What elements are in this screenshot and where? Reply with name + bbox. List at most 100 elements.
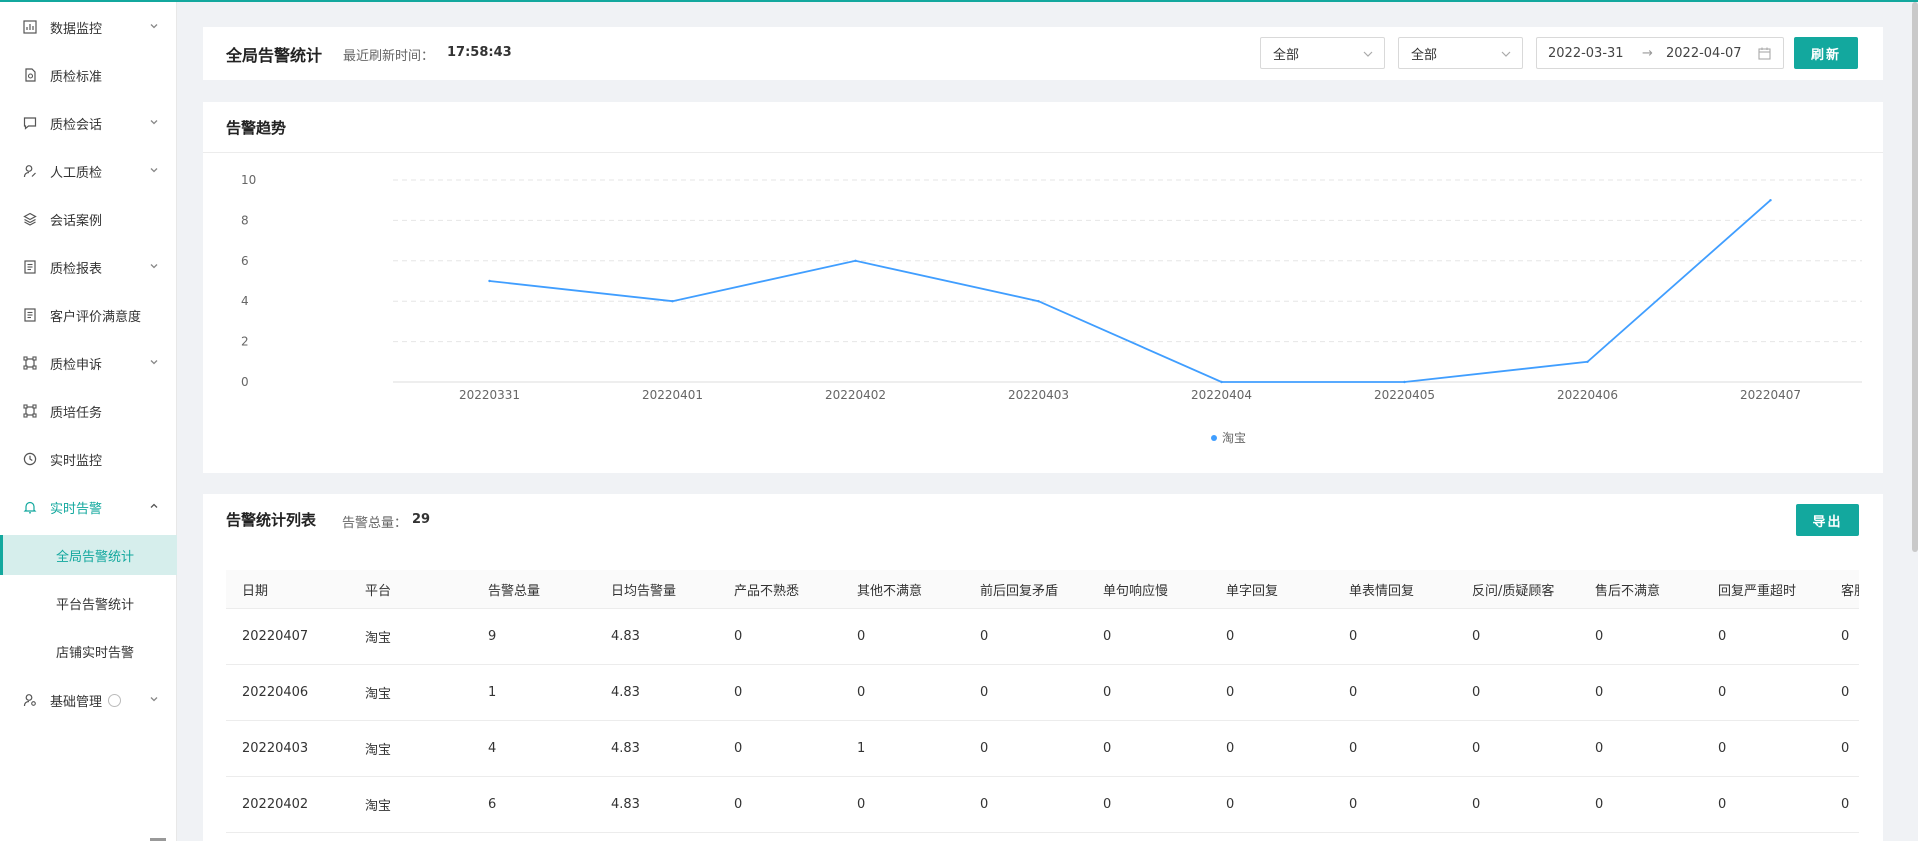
date-range-picker[interactable]: 2022-03-31 → 2022-04-07 (1536, 37, 1784, 69)
table-cell: 0 (857, 685, 866, 700)
sidebar-item-qc-standard[interactable]: 质检标准 (0, 51, 177, 99)
chevron-down-icon (148, 116, 160, 128)
sidebar-item-session-cases[interactable]: 会话案例 (0, 195, 177, 243)
sidebar-item-label: 质检会话 (50, 117, 103, 133)
date-end[interactable]: 2022-04-07 (1666, 46, 1742, 61)
data-point (1403, 380, 1406, 384)
table-row[interactable]: 20220403 淘宝 4 4.83 0 1 0 0 0 0 0 0 0 0 (226, 721, 1859, 777)
series-line-淘宝 (489, 199, 1772, 383)
alert-trend-chart: 0 2 4 6 8 10 20220331 20220401 20220402 20220403 2… (241, 173, 1862, 445)
legend-marker (1211, 435, 1217, 441)
sidebar-item-qc-report[interactable]: 质检报表 (0, 243, 177, 291)
table-cell: 0 (734, 741, 743, 756)
report-icon (22, 307, 38, 323)
date-start[interactable]: 2022-03-31 (1548, 46, 1624, 61)
sidebar-subitem-platform-alert-stats[interactable]: 平台告警统计 (0, 583, 177, 623)
table-cell: 0 (1718, 797, 1727, 812)
column-header: 单字回复 (1226, 583, 1279, 599)
table-cell: 4.83 (611, 629, 640, 644)
sidebar-item-label: 实时监控 (50, 453, 103, 469)
sidebar-item-label: 会话案例 (50, 213, 103, 229)
table-row[interactable]: 20220406 淘宝 1 4.83 0 0 0 0 0 0 0 0 0 0 (226, 665, 1859, 721)
data-point (854, 259, 857, 262)
chevron-down-icon (1500, 48, 1512, 60)
bar-chart-icon (22, 19, 38, 35)
sidebar-subitem-label: 平台告警统计 (56, 597, 135, 613)
table-cell: 淘宝 (365, 687, 392, 702)
table-cell: 4 (488, 741, 497, 756)
alert-stats-table-card: 告警统计列表 告警总量： 29 导出 日期 平台 告警总量 日均告警量 产品不熟悉 其他不… (203, 494, 1883, 841)
data-point (1769, 199, 1772, 202)
sidebar-item-basic-management[interactable]: 基础管理 (0, 676, 177, 724)
arrow-right-icon: → (1642, 46, 1653, 61)
table-cell: 0 (1226, 797, 1235, 812)
export-button[interactable]: 导出 (1796, 504, 1859, 536)
sidebar-item-label: 质检申诉 (50, 357, 103, 373)
table-cell: 20220407 (242, 629, 309, 644)
chevron-down-icon (148, 20, 160, 32)
sidebar-item-qc-appeal[interactable]: 质检申诉 (0, 339, 177, 387)
table-row[interactable]: 20220402 淘宝 6 4.83 0 0 0 0 0 0 0 0 0 0 (226, 777, 1859, 833)
table-cell: 0 (1595, 685, 1604, 700)
table-cell: 0 (1349, 685, 1358, 700)
column-header: 售后不满意 (1595, 583, 1661, 599)
page-scrollbar[interactable] (1912, 2, 1918, 552)
table-cell: 0 (1349, 629, 1358, 644)
legend-label: 淘宝 (1222, 431, 1246, 445)
store-select[interactable]: 全部 (1398, 37, 1523, 69)
table-cell: 20220402 (242, 797, 309, 812)
sidebar-subitem-global-alert-stats[interactable]: 全局告警统计 (0, 535, 177, 575)
table-cell: 0 (857, 629, 866, 644)
page-title: 全局告警统计 (226, 46, 323, 65)
data-point (1037, 300, 1040, 303)
refresh-button[interactable]: 刷新 (1794, 37, 1858, 69)
document-search-icon (22, 67, 38, 83)
table-cell: 0 (1472, 629, 1481, 644)
total-value: 29 (412, 512, 431, 527)
sidebar-item-qc-session[interactable]: 质检会话 (0, 99, 177, 147)
column-header: 单句响应慢 (1103, 583, 1169, 599)
select-value: 全部 (1273, 47, 1300, 63)
x-tick-label: 20220406 (1557, 388, 1618, 402)
alert-stats-table: 日期 平台 告警总量 日均告警量 产品不熟悉 其他不满意 前后回复矛盾 单句响应慢 单字回复 单表… (226, 570, 1859, 841)
table-cell: 0 (1718, 741, 1727, 756)
table-cell: 4.83 (611, 741, 640, 756)
y-tick-label: 10 (241, 173, 256, 187)
table-title: 告警统计列表 (226, 511, 317, 529)
chart-title: 告警趋势 (226, 119, 287, 137)
sidebar-item-label: 质检标准 (50, 69, 103, 85)
sidebar-item-customer-satisfaction[interactable]: 客户评价满意度 (0, 291, 177, 339)
table-cell: 0 (1103, 741, 1112, 756)
platform-select[interactable]: 全部 (1260, 37, 1385, 69)
column-header: 回复严重超时 (1718, 583, 1797, 599)
table-cell: 6 (488, 797, 497, 812)
report-icon (22, 259, 38, 275)
sidebar-item-manual-qc[interactable]: 人工质检 (0, 147, 177, 195)
table-cell: 0 (980, 685, 989, 700)
column-header: 平台 (365, 583, 392, 599)
info-icon[interactable] (108, 693, 122, 707)
column-header: 单表情回复 (1349, 583, 1415, 599)
table-cell: 0 (1103, 629, 1112, 644)
refresh-time-label: 最近刷新时间： (343, 49, 435, 64)
sidebar: 数据监控 质检标准 质检会话 人工质检 会话案例 质检报表 客户评价满意度 质检… (0, 2, 177, 841)
sidebar-item-realtime-monitor[interactable]: 实时监控 (0, 435, 177, 483)
frame-icon (22, 403, 38, 419)
chevron-down-icon (148, 164, 160, 176)
sidebar-subitem-store-realtime-alert[interactable]: 店铺实时告警 (0, 631, 177, 671)
sidebar-item-data-monitor[interactable]: 数据监控 (0, 3, 177, 51)
sidebar-item-label: 质检报表 (50, 261, 103, 277)
column-header: 告警总量 (488, 583, 541, 599)
sidebar-item-realtime-alert[interactable]: 实时告警 (0, 483, 177, 531)
sidebar-item-training-task[interactable]: 质培任务 (0, 387, 177, 435)
table-row[interactable]: 20220407 淘宝 9 4.83 0 0 0 0 0 0 0 0 0 0 (226, 609, 1859, 665)
sidebar-item-label: 质培任务 (50, 405, 103, 421)
table-cell: 淘宝 (365, 631, 392, 646)
table-cell: 20220406 (242, 685, 309, 700)
x-tick-label: 20220403 (1008, 388, 1069, 402)
table-cell: 0 (1349, 741, 1358, 756)
table-cell: 4.83 (611, 797, 640, 812)
sidebar-subitem-label: 店铺实时告警 (56, 645, 135, 661)
chevron-down-icon (1362, 48, 1374, 60)
total-label: 告警总量： (342, 516, 408, 531)
